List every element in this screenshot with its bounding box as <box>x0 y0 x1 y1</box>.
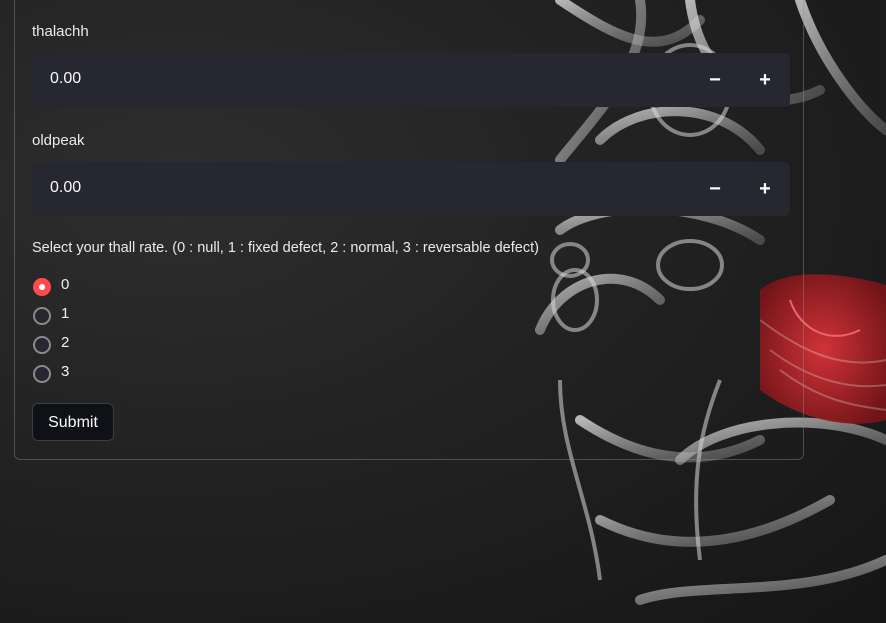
thall-option-label: 0 <box>61 276 70 293</box>
thalachh-value[interactable]: 0.00 <box>50 70 81 88</box>
oldpeak-number-input[interactable]: 0.00 − + <box>32 162 790 216</box>
thalachh-increment-button[interactable]: + <box>740 53 790 107</box>
oldpeak-label: oldpeak <box>32 132 85 149</box>
thall-option-label: 3 <box>61 363 70 380</box>
radio-unchecked-icon[interactable] <box>33 365 51 383</box>
radio-checked-icon[interactable] <box>33 278 51 296</box>
thalachh-decrement-button[interactable]: − <box>690 53 740 107</box>
radio-unchecked-icon[interactable] <box>33 336 51 354</box>
thall-option-label: 2 <box>61 334 70 351</box>
thalachh-label: thalachh <box>32 23 89 40</box>
oldpeak-increment-button[interactable]: + <box>740 162 790 216</box>
radio-unchecked-icon[interactable] <box>33 307 51 325</box>
thall-option-label: 1 <box>61 305 70 322</box>
submit-button[interactable]: Submit <box>32 403 114 441</box>
oldpeak-value[interactable]: 0.00 <box>50 179 81 197</box>
oldpeak-decrement-button[interactable]: − <box>690 162 740 216</box>
thalachh-number-input[interactable]: 0.00 − + <box>32 53 790 107</box>
thall-question-label: Select your thall rate. (0 : null, 1 : f… <box>32 240 539 256</box>
